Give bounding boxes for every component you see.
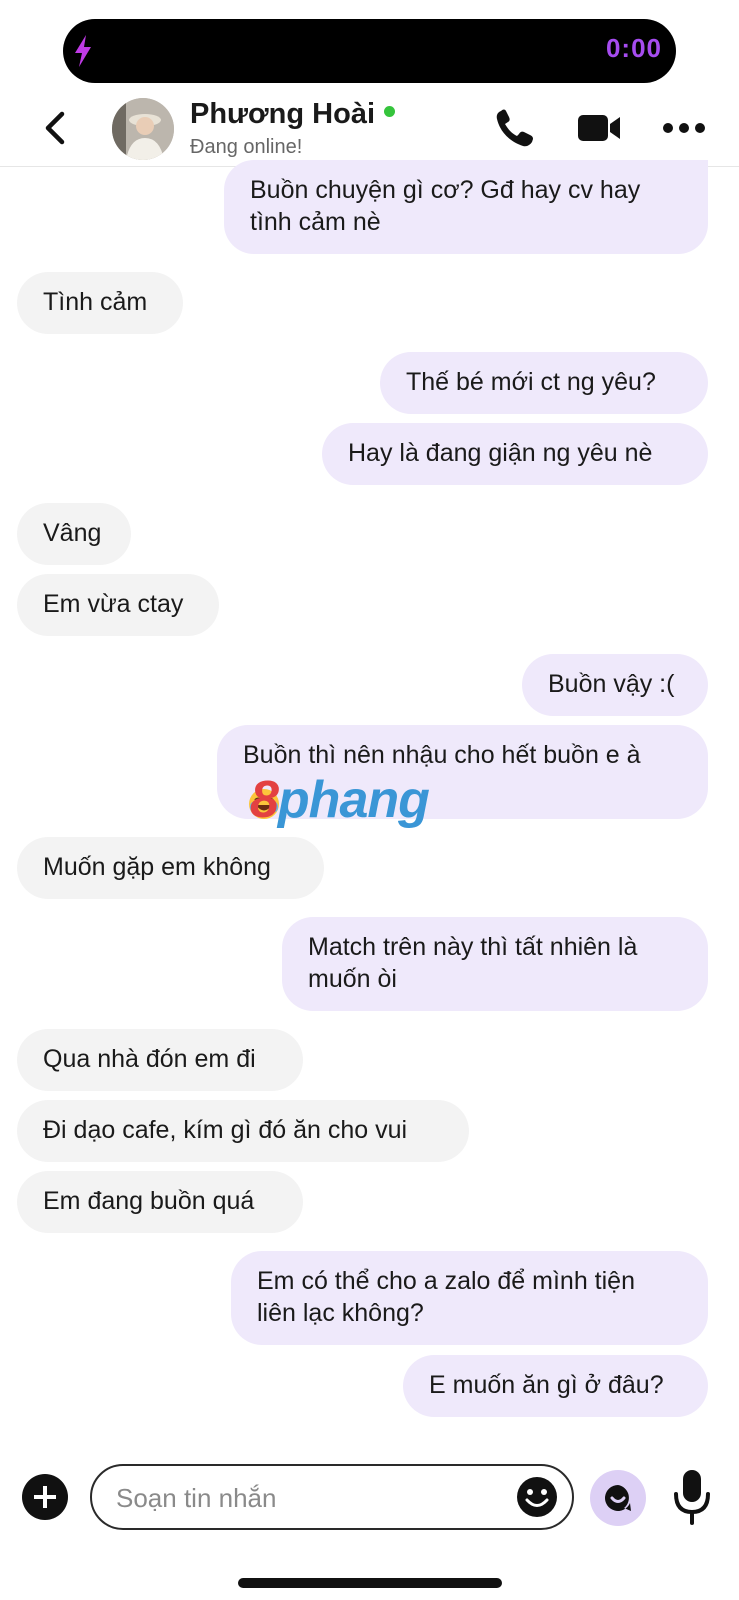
message-bubble-incoming[interactable]: Em vừa ctay bbox=[17, 574, 219, 636]
ai-assistant-button[interactable] bbox=[590, 1470, 646, 1526]
active-call-pill[interactable]: 0:00 bbox=[63, 19, 676, 83]
avatar[interactable] bbox=[112, 98, 174, 160]
microphone-icon[interactable] bbox=[672, 1468, 712, 1526]
watermark-part-2: phang bbox=[277, 771, 430, 829]
call-timer: 0:00 bbox=[605, 33, 662, 63]
chat-header: Phương Hoài Đang online! bbox=[0, 86, 739, 167]
message-bubble-outgoing[interactable]: Buồn chuyện gì cơ? Gđ hay cv hay tình cả… bbox=[224, 160, 708, 254]
message-composer bbox=[90, 1464, 574, 1530]
video-icon[interactable] bbox=[576, 106, 624, 150]
back-icon[interactable] bbox=[40, 110, 70, 146]
message-bubble-outgoing[interactable]: Hay là đang giận ng yêu nè bbox=[322, 423, 708, 485]
bolt-icon bbox=[75, 35, 91, 67]
add-attachment-button[interactable] bbox=[22, 1474, 68, 1520]
message-bubble-incoming[interactable]: Qua nhà đón em đi bbox=[17, 1029, 303, 1091]
online-indicator bbox=[384, 106, 396, 117]
message-bubble-outgoing[interactable]: E muốn ăn gì ở đâu? bbox=[403, 1355, 708, 1417]
watermark-part-1: 8 bbox=[250, 771, 279, 829]
message-bubble-outgoing[interactable]: Match trên này thì tất nhiên là muốn òi bbox=[282, 917, 708, 1011]
contact-name: Phương Hoài bbox=[190, 98, 396, 131]
message-bubble-outgoing[interactable]: Buồn vậy :( bbox=[522, 654, 708, 716]
message-bubble-incoming[interactable]: Đi dạo cafe, kím gì đó ăn cho vui bbox=[17, 1100, 469, 1162]
message-bubble-incoming[interactable]: Tình cảm bbox=[17, 272, 183, 334]
message-input[interactable] bbox=[114, 1478, 498, 1518]
more-icon[interactable] bbox=[660, 106, 708, 150]
message-bubble-incoming[interactable]: Muốn gặp em không bbox=[17, 837, 324, 899]
online-status: Đang online! bbox=[190, 136, 303, 158]
message-bubble-outgoing[interactable]: Thế bé mới ct ng yêu? bbox=[380, 352, 708, 414]
chat-bot-icon bbox=[605, 1485, 631, 1511]
message-bubble-incoming[interactable]: Em đang buồn quá bbox=[17, 1171, 303, 1233]
message-bubble-outgoing[interactable]: Em có thể cho a zalo để mình tiện liên l… bbox=[231, 1251, 708, 1345]
home-indicator bbox=[238, 1578, 502, 1588]
contact-name-text: Phương Hoài bbox=[190, 98, 376, 130]
emoji-icon[interactable] bbox=[516, 1476, 558, 1518]
watermark-logo: 8phang bbox=[250, 770, 480, 830]
avatar-image bbox=[112, 98, 174, 160]
phone-icon[interactable] bbox=[492, 106, 540, 150]
message-bubble-incoming[interactable]: Vâng bbox=[17, 503, 131, 565]
